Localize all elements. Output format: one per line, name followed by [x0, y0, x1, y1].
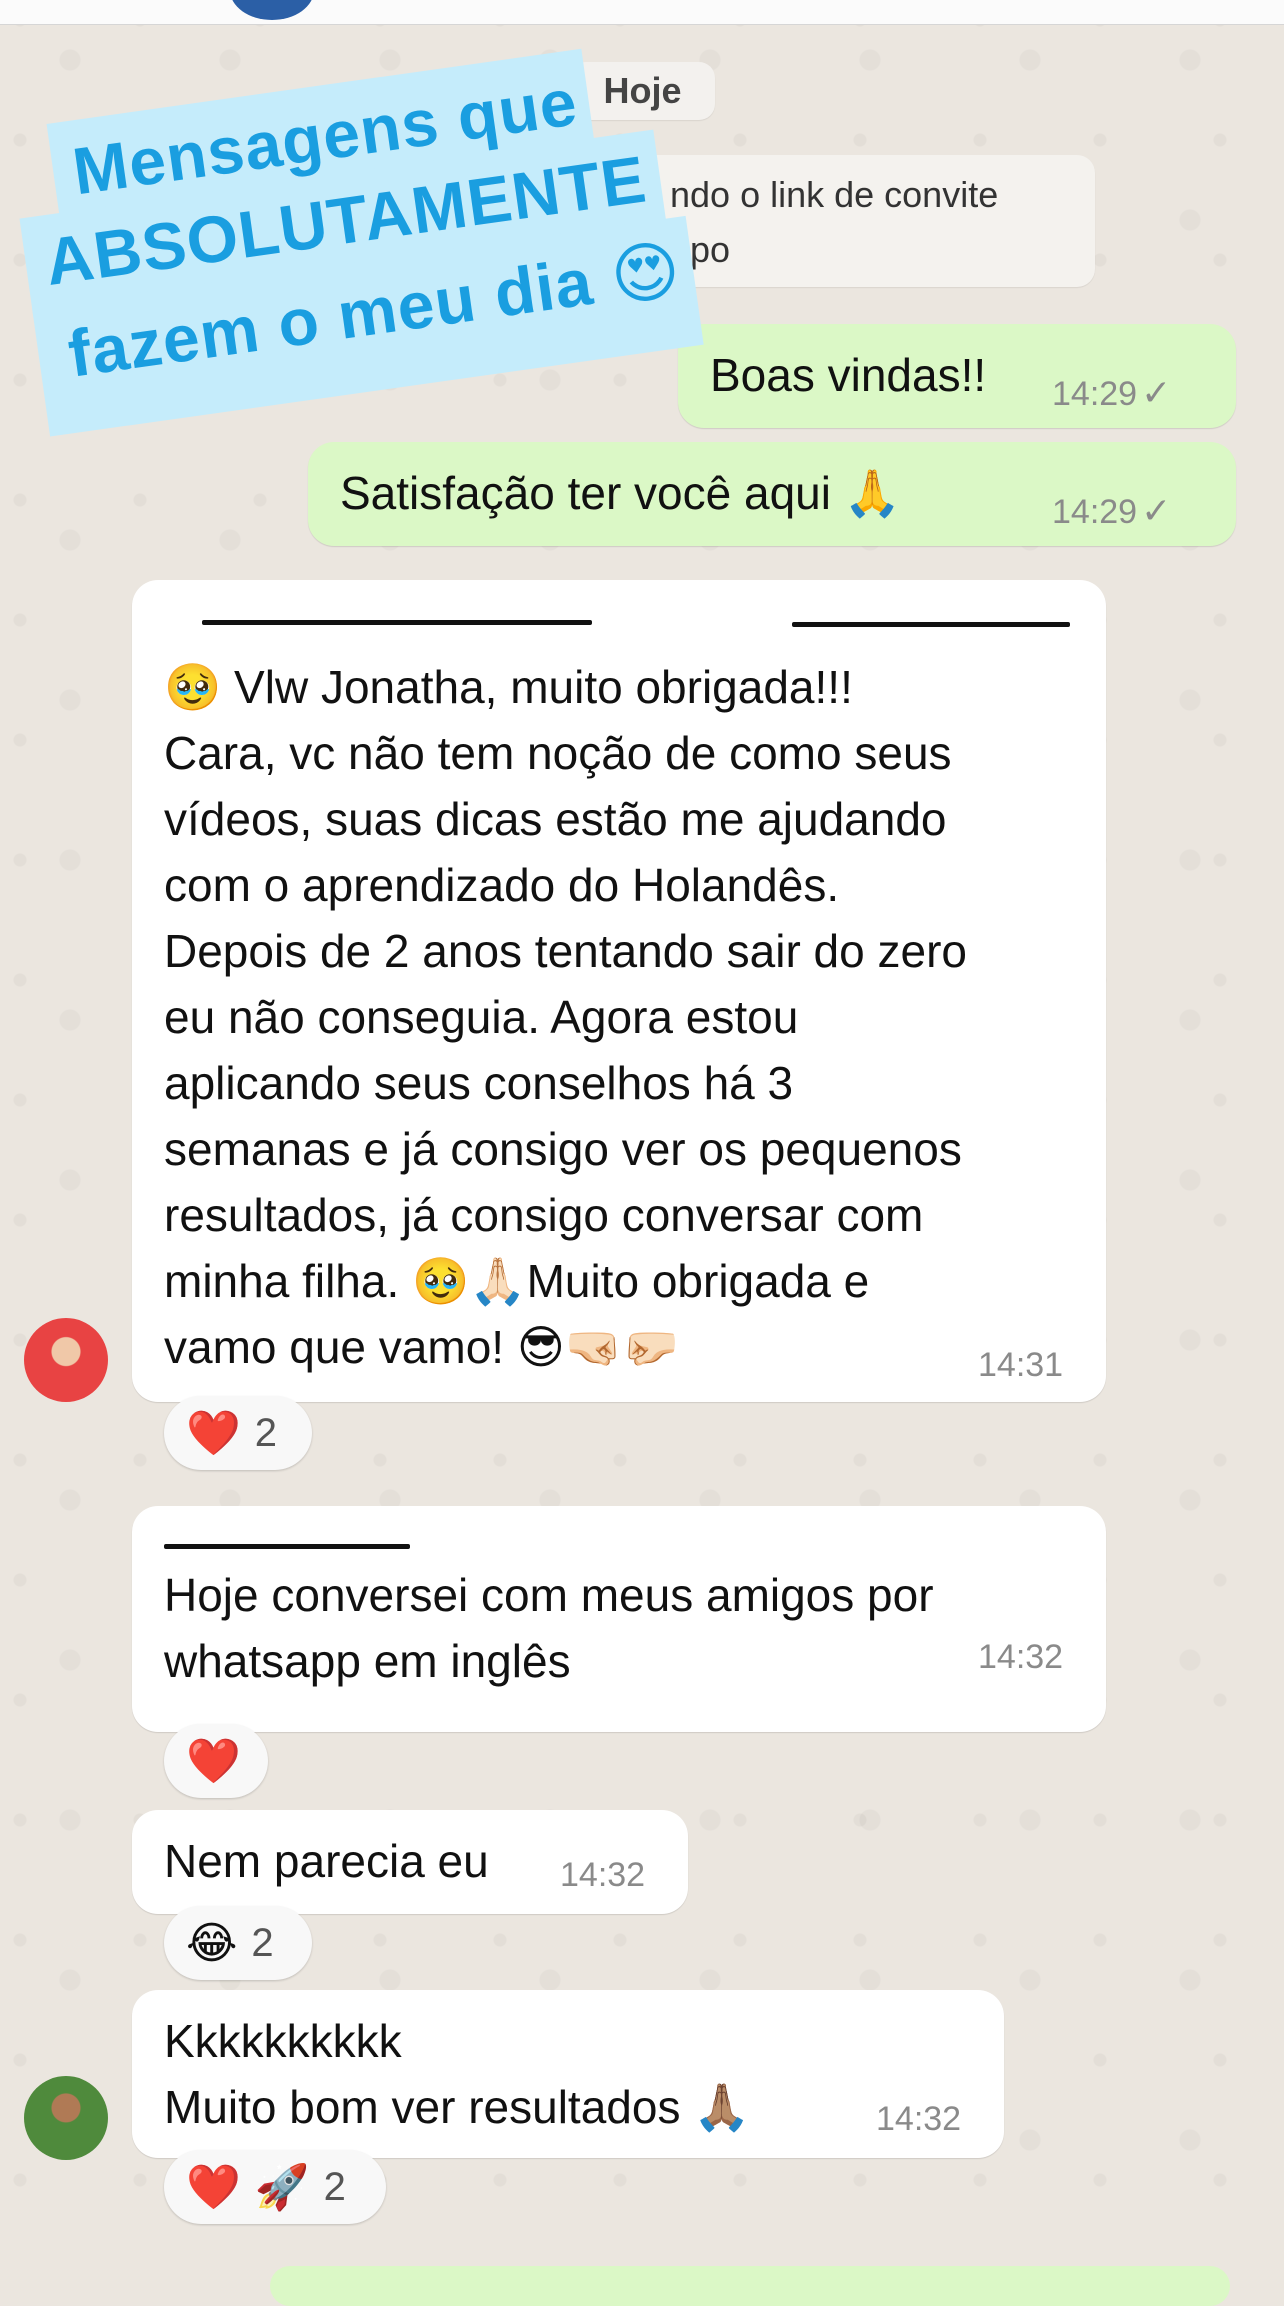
sent-check-icon: ✓	[1141, 372, 1172, 413]
heart-rocket-reaction-icon: ❤️ 🚀	[186, 2162, 310, 2213]
outgoing-message[interactable]: Boas vindas!! 14:29 ✓	[678, 324, 1236, 428]
message-time: 14:29 ✓	[1052, 372, 1171, 414]
chat-avatar[interactable]	[230, 0, 314, 20]
sender-avatar[interactable]	[24, 2076, 108, 2160]
message-reaction[interactable]: 😂 2	[164, 1906, 312, 1980]
reaction-count: 2	[254, 1410, 278, 1455]
message-text: Hoje conversei com meus amigos por whats…	[164, 1569, 934, 1687]
system-message-line2: upo	[670, 229, 731, 270]
message-reaction[interactable]: ❤️ 🚀 2	[164, 2150, 386, 2224]
incoming-message[interactable]: 🥹 Vlw Jonatha, muito obrigada!!! Cara, v…	[132, 580, 1106, 1402]
incoming-message[interactable]: Hoje conversei com meus amigos por whats…	[132, 1506, 1106, 1732]
heart-reaction-icon: ❤️	[186, 1408, 241, 1459]
sent-check-icon: ✓	[1141, 490, 1172, 531]
message-text: 🥹 Vlw Jonatha, muito obrigada!!! Cara, v…	[164, 661, 967, 1373]
message-text: Satisfação ter você aqui 🙏	[340, 467, 902, 519]
outgoing-message[interactable]: Satisfação ter você aqui 🙏 14:29 ✓	[308, 442, 1236, 546]
message-timestamp: 14:32	[978, 1638, 1064, 1676]
message-timestamp: 14:32	[876, 2100, 962, 2138]
reaction-count: 2	[323, 2164, 346, 2209]
sender-avatar[interactable]	[24, 1318, 108, 1402]
outgoing-message-partial	[270, 2266, 1230, 2306]
system-message-line1: ndo o link de convite	[670, 174, 999, 215]
sender-name-redacted	[202, 620, 592, 625]
laughing-reaction-icon: 😂	[186, 1917, 238, 1969]
message-timestamp: 14:31	[978, 1346, 1064, 1384]
heart-reaction-icon: ❤️	[186, 1736, 241, 1787]
message-timestamp: 14:29	[1052, 375, 1138, 413]
reaction-count: 2	[251, 1920, 274, 1965]
sender-phone-redacted	[792, 622, 1070, 627]
message-timestamp: 14:29	[1052, 493, 1138, 531]
message-time: 14:29 ✓	[1052, 490, 1171, 532]
incoming-message[interactable]: Nem parecia eu 14:32	[132, 1810, 688, 1914]
message-reaction[interactable]: ❤️ 2	[164, 1396, 312, 1470]
message-timestamp: 14:32	[560, 1856, 646, 1894]
message-reaction[interactable]: ❤️	[164, 1724, 268, 1798]
incoming-message[interactable]: Kkkkkkkkkk Muito bom ver resultados 🙏🏽 1…	[132, 1990, 1004, 2158]
message-text: Nem parecia eu	[164, 1835, 489, 1887]
message-text: Kkkkkkkkkk Muito bom ver resultados 🙏🏽	[164, 2015, 751, 2133]
sender-name-redacted	[164, 1544, 410, 1549]
